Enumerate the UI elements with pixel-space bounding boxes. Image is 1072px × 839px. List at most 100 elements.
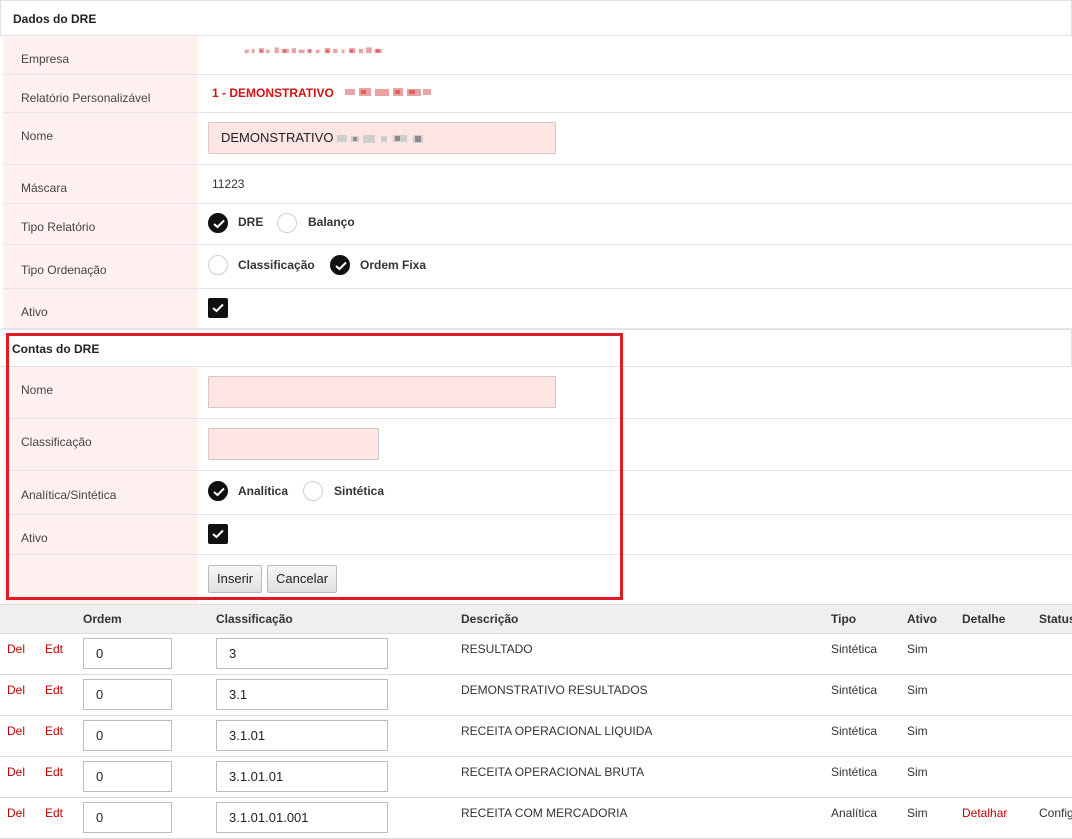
- tipo-cell: Sintética: [831, 642, 878, 656]
- row-conta-buttons: Inserir Cancelar: [3, 555, 1072, 604]
- ordem-input[interactable]: 0: [83, 761, 172, 792]
- del-link[interactable]: Del: [7, 724, 25, 738]
- tipo-cell: Sintética: [831, 765, 878, 779]
- header-detalhe: Detalhe: [962, 612, 1006, 626]
- table-row: Del Edt 0 3.1.01.01 RECEITA OPERACIONAL …: [0, 756, 1072, 798]
- mascara-value: 11223: [212, 177, 245, 191]
- detalhar-link[interactable]: Detalhar: [962, 806, 1007, 820]
- header-tipo: Tipo: [831, 612, 857, 626]
- ordem-input[interactable]: 0: [83, 802, 172, 833]
- nome-label: Nome: [21, 129, 54, 143]
- radio-balanco[interactable]: [277, 213, 297, 233]
- check-icon: [213, 487, 225, 497]
- tipo-cell: Analítica: [831, 806, 878, 820]
- descricao-cell: RESULTADO: [461, 642, 533, 656]
- empresa-value-redacted: [244, 47, 382, 54]
- radio-sintetica[interactable]: [303, 481, 323, 501]
- table-header: Ordem Classificação Descrição Tipo Ativo…: [0, 604, 1072, 634]
- header-status: Status: [1039, 612, 1072, 626]
- radio-ordem-fixa[interactable]: [330, 255, 350, 275]
- ativo-cell: Sim: [907, 642, 928, 656]
- edt-link[interactable]: Edt: [45, 642, 63, 656]
- del-link[interactable]: Del: [7, 806, 25, 820]
- row-relatorio: Relatório Personalizável 1 - DEMONSTRATI…: [3, 75, 1072, 113]
- relatorio-value-redacted: [345, 88, 431, 96]
- table-row: Del Edt 0 3.1 DEMONSTRATIVO RESULTADOS S…: [0, 674, 1072, 716]
- cancelar-button[interactable]: Cancelar: [267, 565, 338, 593]
- relatorio-label: Relatório Personalizável: [21, 91, 151, 105]
- check-icon: [213, 219, 225, 229]
- header-descricao: Descrição: [461, 612, 519, 626]
- check-icon: [335, 261, 347, 271]
- radio-analitica[interactable]: [208, 481, 228, 501]
- row-empresa: Empresa: [3, 36, 1072, 75]
- conta-ativo-checkbox[interactable]: [208, 524, 228, 544]
- edt-link[interactable]: Edt: [45, 765, 63, 779]
- inserir-button[interactable]: Inserir: [208, 565, 263, 593]
- table-row: Del Edt 0 3 RESULTADO Sintética Sim: [0, 633, 1072, 675]
- section-title-dados: Dados do DRE: [0, 0, 1072, 36]
- descricao-cell: RECEITA OPERACIONAL BRUTA: [461, 765, 645, 779]
- del-link[interactable]: Del: [7, 683, 25, 697]
- descricao-cell: RECEITA COM MERCADORIA: [461, 806, 628, 820]
- check-icon: [212, 529, 224, 539]
- radio-classificacao[interactable]: [208, 255, 228, 275]
- radio-ordem-fixa-label: Ordem Fixa: [360, 258, 427, 272]
- check-icon: [212, 303, 224, 313]
- row-tipo-relatorio: Tipo Relatório DRE Balanço: [3, 204, 1072, 245]
- conta-nome-input[interactable]: [208, 376, 556, 408]
- tipo-relatorio-label: Tipo Relatório: [21, 220, 96, 234]
- radio-dre-label: DRE: [238, 215, 264, 229]
- classificacao-input[interactable]: 3.1: [216, 679, 388, 710]
- classificacao-input[interactable]: 3.1.01.01.001: [216, 802, 388, 833]
- row-conta-tipo: Analítica/Sintética Analítica Sintética: [3, 471, 1072, 515]
- tipo-ordenacao-label: Tipo Ordenação: [21, 263, 107, 277]
- del-link[interactable]: Del: [7, 765, 25, 779]
- descricao-cell: DEMONSTRATIVO RESULTADOS: [461, 683, 648, 697]
- ativo-cell: Sim: [907, 724, 928, 738]
- radio-dre[interactable]: [208, 213, 228, 233]
- header-ativo: Ativo: [907, 612, 937, 626]
- classificacao-input[interactable]: 3: [216, 638, 388, 669]
- conta-classificacao-input[interactable]: [208, 428, 379, 460]
- del-link[interactable]: Del: [7, 642, 25, 656]
- nome-input-redacted: [337, 135, 423, 143]
- descricao-cell: RECEITA OPERACIONAL LIQUIDA: [461, 724, 653, 738]
- radio-balanco-label: Balanço: [308, 215, 355, 229]
- row-conta-ativo: Ativo: [3, 515, 1072, 555]
- conta-nome-label: Nome: [21, 383, 54, 397]
- ativo-checkbox[interactable]: [208, 298, 228, 318]
- tipo-cell: Sintética: [831, 724, 878, 738]
- status-cell[interactable]: Config: [1039, 806, 1072, 820]
- table-row: Del Edt 0 3.1.01 RECEITA OPERACIONAL LIQ…: [0, 715, 1072, 757]
- header-ordem: Ordem: [83, 612, 122, 626]
- ordem-input[interactable]: 0: [83, 720, 172, 751]
- ordem-input[interactable]: 0: [83, 679, 172, 710]
- ativo-cell: Sim: [907, 806, 928, 820]
- row-mascara: Máscara 11223: [3, 165, 1072, 204]
- mascara-label: Máscara: [21, 181, 68, 195]
- edt-link[interactable]: Edt: [45, 683, 63, 697]
- nome-input-value: DEMONSTRATIVO: [221, 130, 334, 145]
- conta-tipo-label: Analítica/Sintética: [21, 488, 117, 502]
- row-conta-classificacao: Classificação: [3, 419, 1072, 471]
- edt-link[interactable]: Edt: [45, 724, 63, 738]
- classificacao-input[interactable]: 3.1.01: [216, 720, 388, 751]
- row-ativo: Ativo: [3, 289, 1072, 329]
- radio-classificacao-label: Classificação: [238, 258, 315, 272]
- row-conta-nome: Nome: [3, 367, 1072, 419]
- edt-link[interactable]: Edt: [45, 806, 63, 820]
- ordem-input[interactable]: 0: [83, 638, 172, 669]
- ativo-cell: Sim: [907, 765, 928, 779]
- relatorio-value: 1 - DEMONSTRATIVO: [212, 86, 334, 100]
- header-classificacao: Classificação: [216, 612, 293, 626]
- classificacao-input[interactable]: 3.1.01.01: [216, 761, 388, 792]
- empresa-label: Empresa: [21, 52, 70, 66]
- nome-input[interactable]: DEMONSTRATIVO: [208, 122, 556, 154]
- conta-classificacao-label: Classificação: [21, 435, 92, 449]
- section-title-contas: Contas do DRE: [0, 329, 1072, 367]
- ativo-cell: Sim: [907, 683, 928, 697]
- row-nome: Nome DEMONSTRATIVO: [3, 113, 1072, 165]
- radio-sintetica-label: Sintética: [334, 484, 385, 498]
- row-tipo-ordenacao: Tipo Ordenação Classificação Ordem Fixa: [3, 245, 1072, 289]
